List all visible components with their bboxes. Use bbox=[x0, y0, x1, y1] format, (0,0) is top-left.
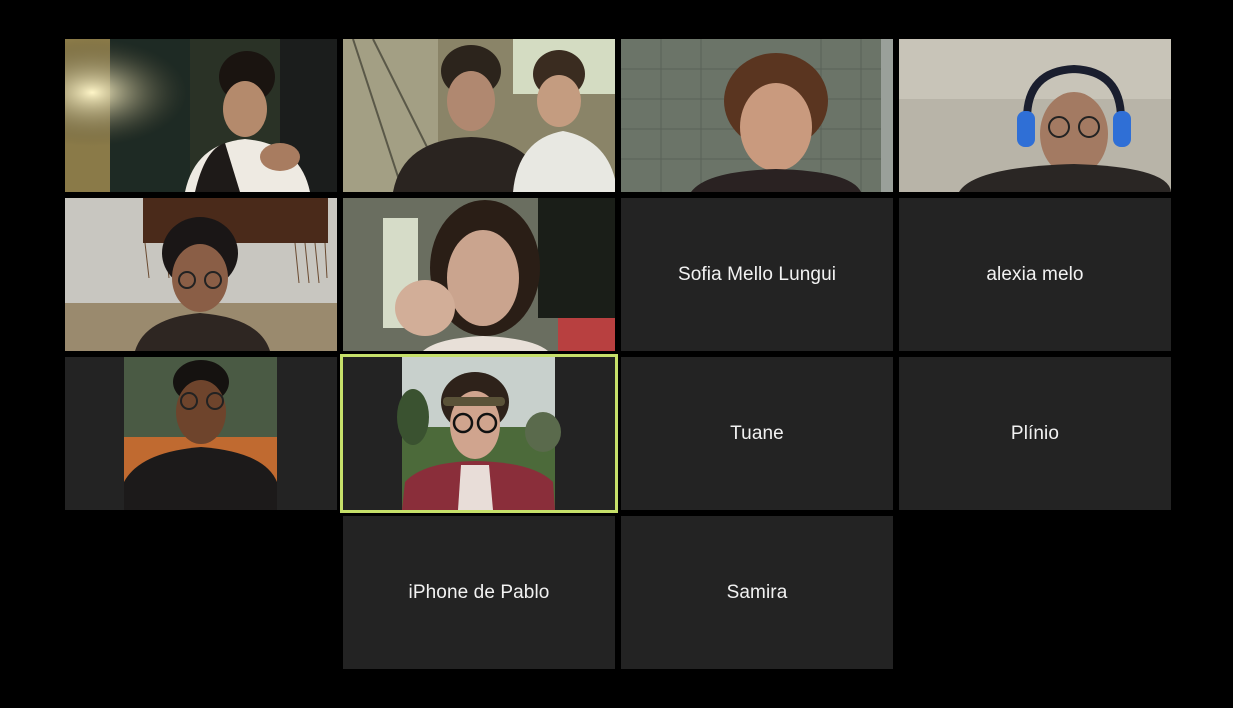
participant-name: iPhone de Pablo bbox=[408, 581, 550, 603]
video-tile[interactable] bbox=[65, 198, 337, 351]
video-tile[interactable]: Tuane bbox=[621, 357, 893, 510]
video-tile[interactable]: Plínio bbox=[899, 357, 1171, 510]
participant-name: Tuane bbox=[730, 422, 784, 444]
video-tile[interactable] bbox=[899, 39, 1171, 192]
video-tile[interactable]: alexia melo bbox=[899, 198, 1171, 351]
participant-video bbox=[343, 357, 615, 510]
video-tile[interactable] bbox=[65, 39, 337, 192]
participant-video bbox=[65, 198, 337, 351]
participant-video bbox=[899, 39, 1171, 192]
video-tile[interactable] bbox=[343, 39, 615, 192]
participant-video bbox=[343, 198, 615, 351]
participant-name: Plínio bbox=[1010, 422, 1060, 444]
video-tile[interactable]: iPhone de Pablo bbox=[343, 516, 615, 669]
video-tile[interactable] bbox=[65, 357, 337, 510]
video-tile[interactable]: Samira bbox=[621, 516, 893, 669]
participant-video bbox=[343, 39, 615, 192]
participant-video bbox=[65, 357, 337, 510]
participant-name: alexia melo bbox=[986, 263, 1084, 285]
participant-video bbox=[621, 39, 893, 192]
video-tile[interactable] bbox=[343, 198, 615, 351]
video-tile-active-speaker[interactable] bbox=[340, 354, 618, 513]
video-tile[interactable] bbox=[621, 39, 893, 192]
video-tile[interactable]: Sofia Mello Lungui bbox=[621, 198, 893, 351]
participant-name: Samira bbox=[726, 581, 788, 603]
participant-video bbox=[65, 39, 337, 192]
participant-name: Sofia Mello Lungui bbox=[677, 263, 837, 285]
